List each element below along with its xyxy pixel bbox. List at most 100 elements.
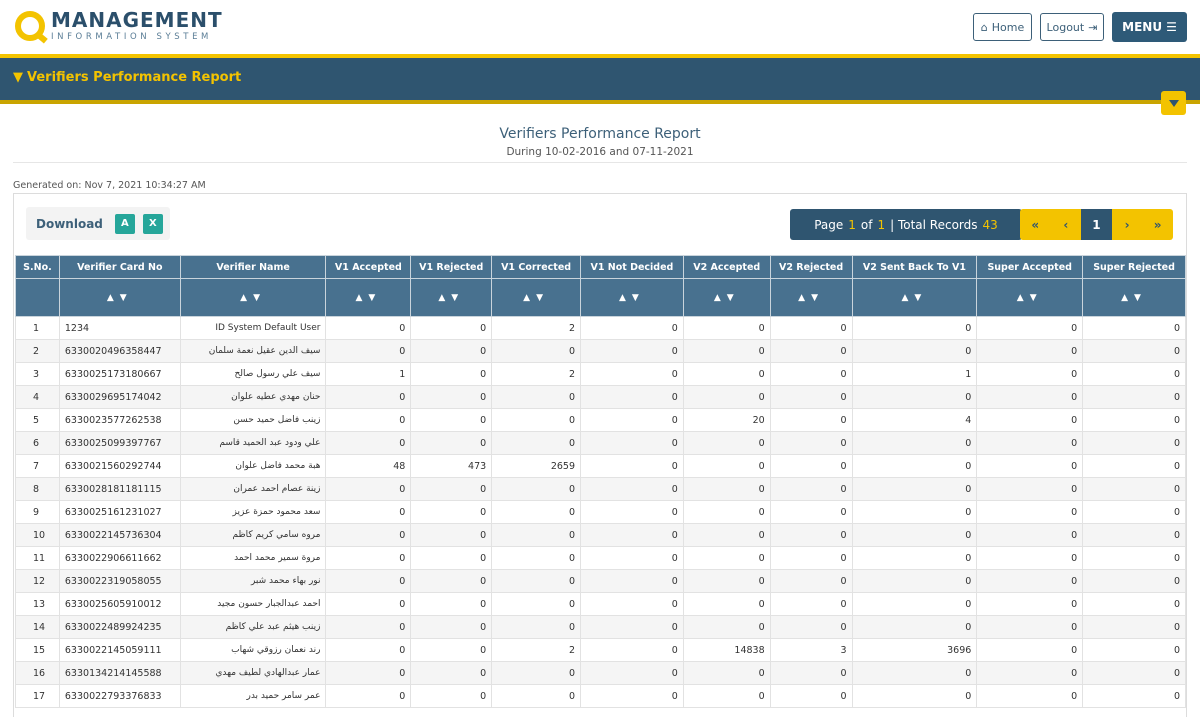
cell-v2-sent-back-to-v1: 0: [851, 477, 978, 501]
column-header-super-accepted[interactable]: Super Accepted: [976, 255, 1084, 279]
cell-v2-rejected: 0: [769, 684, 853, 708]
logout-button[interactable]: Logout ⇥: [1040, 13, 1104, 41]
cell-s-no: 1: [15, 316, 60, 340]
table-row: 17 6330022793376833 عمر سامر حميد بدر 0 0 0 0 0…: [15, 684, 1186, 708]
app-logo[interactable]: MANAGEMENT INFORMATION SYSTEM: [15, 10, 223, 42]
table-row: 15 6330022145059111 رند نعمان رزوقي شهاب 0 0…: [15, 638, 1186, 662]
cell-verifier-name: ID System Default User: [179, 316, 327, 340]
sort-toggle-v2-rejected[interactable]: ▲▼: [769, 278, 853, 317]
cell-verifier-name: عمر سامر حميد بدر: [179, 684, 327, 708]
column-header-s-no[interactable]: S.No.: [15, 255, 60, 279]
menu-button[interactable]: MENU ☰: [1112, 12, 1187, 42]
cell-super-accepted: 0: [976, 500, 1084, 524]
column-header-v2-sent-back-to-v1[interactable]: V2 Sent Back To V1: [851, 255, 978, 279]
cell-v2-accepted: 0: [682, 339, 771, 363]
cell-super-rejected: 0: [1082, 431, 1186, 455]
cell-v1-accepted: 0: [325, 569, 412, 593]
cell-s-no: 4: [15, 385, 60, 409]
table-row: 4 6330029695174042 حنان مهدي عطيه علوان 0 0 0…: [15, 385, 1186, 409]
cell-verifier-name: هبة محمد فاضل علوان: [179, 454, 327, 478]
sort-toggle-v1-not-decided[interactable]: ▲▼: [580, 278, 684, 317]
top-header: MANAGEMENT INFORMATION SYSTEM ⌂ Home Log…: [0, 0, 1200, 55]
cell-super-rejected: 0: [1082, 408, 1186, 432]
page-number-button[interactable]: 1: [1081, 209, 1112, 240]
last-page-button[interactable]: »: [1142, 209, 1173, 240]
cell-super-accepted: 0: [976, 523, 1084, 547]
prev-page-button[interactable]: ‹: [1051, 209, 1082, 240]
cell-v1-accepted: 0: [325, 477, 412, 501]
cell-super-rejected: 0: [1082, 316, 1186, 340]
cell-verifier-name: حنان مهدي عطيه علوان: [179, 385, 327, 409]
home-label: Home: [991, 20, 1025, 34]
sort-toggle-v1-corrected[interactable]: ▲▼: [491, 278, 581, 317]
page-title-band: ▼ Verifiers Performance Report: [0, 58, 1200, 100]
report-panel: Download A X Page 1 of 1 | Total Records…: [13, 193, 1187, 717]
collapse-filter-button[interactable]: [1161, 91, 1186, 115]
cell-v2-rejected: 0: [769, 454, 853, 478]
first-page-button[interactable]: «: [1020, 209, 1051, 240]
cell-verifier-card-no: 6330022145059111: [58, 638, 181, 662]
cell-v2-sent-back-to-v1: 0: [851, 385, 978, 409]
column-header-v1-accepted[interactable]: V1 Accepted: [325, 255, 412, 279]
table-row: 3 6330025173180667 سيف علي رسول صالح 1 0 2 0 0 0…: [15, 362, 1186, 386]
sort-toggle-v1-accepted[interactable]: ▲▼: [325, 278, 412, 317]
pagination: « ‹ 1 › »: [1020, 209, 1173, 240]
cell-v2-sent-back-to-v1: 0: [851, 546, 978, 570]
cell-s-no: 7: [15, 454, 60, 478]
cell-v2-rejected: 0: [769, 569, 853, 593]
column-header-v1-corrected[interactable]: V1 Corrected: [491, 255, 581, 279]
column-header-v1-not-decided[interactable]: V1 Not Decided: [580, 255, 684, 279]
column-header-v2-rejected[interactable]: V2 Rejected: [769, 255, 853, 279]
cell-v1-not-decided: 0: [580, 569, 684, 593]
cell-v2-sent-back-to-v1: 0: [851, 569, 978, 593]
cell-v1-rejected: 0: [410, 615, 493, 639]
cell-v2-sent-back-to-v1: 0: [851, 592, 978, 616]
table-row: 16 6330134214145588 عمار عبدالهادي لطيف مه…: [15, 661, 1186, 685]
sort-toggle-verifier-name[interactable]: ▲▼: [179, 278, 327, 317]
home-button[interactable]: ⌂ Home: [973, 13, 1032, 41]
cell-v1-accepted: 48: [325, 454, 412, 478]
sort-toggle-v2-sent-back-to-v1[interactable]: ▲▼: [851, 278, 978, 317]
next-page-button[interactable]: ›: [1112, 209, 1143, 240]
sort-toggle-super-accepted[interactable]: ▲▼: [976, 278, 1084, 317]
cell-super-rejected: 0: [1082, 362, 1186, 386]
home-icon: ⌂: [980, 20, 988, 34]
excel-download-icon[interactable]: X: [142, 213, 163, 234]
sort-toggle-super-rejected[interactable]: ▲▼: [1082, 278, 1186, 317]
cell-super-accepted: 0: [976, 316, 1084, 340]
cell-s-no: 8: [15, 477, 60, 501]
cell-verifier-name: زينب هيثم عبد علي كاظم: [179, 615, 327, 639]
sort-toggle-v1-rejected[interactable]: ▲▼: [410, 278, 493, 317]
cell-super-accepted: 0: [976, 408, 1084, 432]
column-header-super-rejected[interactable]: Super Rejected: [1082, 255, 1186, 279]
sort-toggle-verifier-card-no[interactable]: ▲▼: [58, 278, 181, 317]
sort-toggle-v2-accepted[interactable]: ▲▼: [682, 278, 771, 317]
cell-v2-rejected: 0: [769, 661, 853, 685]
cell-v2-accepted: 0: [682, 477, 771, 501]
cell-v2-sent-back-to-v1: 0: [851, 431, 978, 455]
cell-super-accepted: 0: [976, 592, 1084, 616]
column-header-v1-rejected[interactable]: V1 Rejected: [410, 255, 493, 279]
cell-v1-accepted: 0: [325, 684, 412, 708]
cell-v2-accepted: 0: [682, 454, 771, 478]
table-row: 13 6330025605910012 احمد عبدالجبار حسون مج…: [15, 592, 1186, 616]
cell-v1-not-decided: 0: [580, 638, 684, 662]
cell-v2-rejected: 0: [769, 477, 853, 501]
cell-super-accepted: 0: [976, 477, 1084, 501]
sort-cell-empty: [15, 278, 60, 317]
pdf-download-icon[interactable]: A: [114, 213, 135, 234]
cell-s-no: 2: [15, 339, 60, 363]
cell-v1-not-decided: 0: [580, 316, 684, 340]
cell-v1-rejected: 0: [410, 661, 493, 685]
generated-timestamp: Generated on: Nov 7, 2021 10:34:27 AM: [13, 180, 206, 191]
cell-v1-not-decided: 0: [580, 362, 684, 386]
column-header-v2-accepted[interactable]: V2 Accepted: [682, 255, 771, 279]
cell-v1-not-decided: 0: [580, 546, 684, 570]
cell-v1-corrected: 0: [491, 385, 581, 409]
column-header-verifier-card-no[interactable]: Verifier Card No: [58, 255, 181, 279]
cell-super-accepted: 0: [976, 615, 1084, 639]
cell-v1-rejected: 0: [410, 408, 493, 432]
column-header-verifier-name[interactable]: Verifier Name: [179, 255, 327, 279]
cell-v1-rejected: 0: [410, 362, 493, 386]
cell-super-rejected: 0: [1082, 592, 1186, 616]
